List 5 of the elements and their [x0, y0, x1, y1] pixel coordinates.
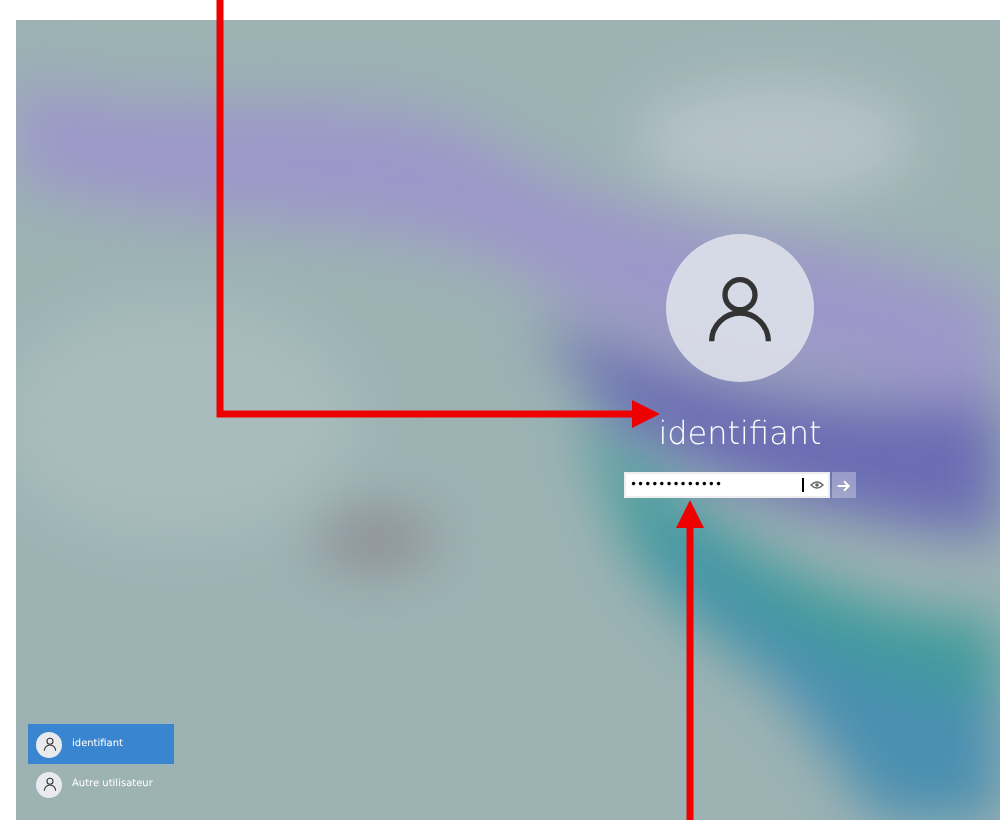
submit-button[interactable] — [832, 472, 856, 498]
reveal-password-icon[interactable] — [810, 480, 824, 490]
username: identifiant — [658, 414, 822, 452]
user-avatar-icon — [36, 731, 62, 757]
arrow-icon — [836, 477, 852, 493]
